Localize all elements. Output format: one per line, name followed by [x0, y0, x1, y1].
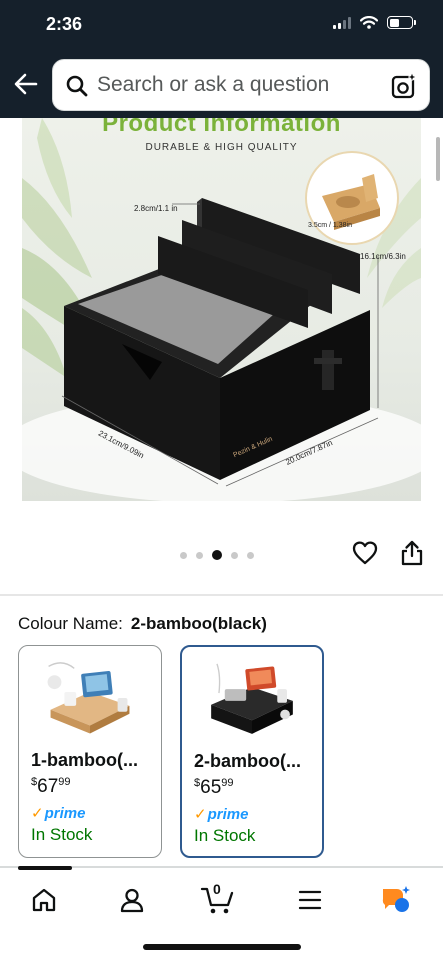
dimension-holder: 3.5cm / 1.38in	[308, 222, 352, 229]
nav-rufus[interactable]	[376, 882, 416, 918]
menu-icon	[298, 890, 322, 910]
share-icon[interactable]	[400, 540, 424, 566]
status-bar: 2:36	[0, 0, 443, 52]
search-icon	[66, 75, 88, 97]
prime-label: prime	[44, 805, 86, 822]
variant-thumbnail	[211, 663, 293, 734]
price-fraction: 99	[221, 777, 234, 789]
carousel-dot-active[interactable]	[212, 550, 222, 560]
variant-card-selected[interactable]: 2-bamboo(... $6599 ✓prime In Stock	[180, 645, 324, 858]
divider	[0, 594, 443, 596]
prime-badge: ✓prime	[194, 805, 248, 823]
variant-name: 1-bamboo(...	[31, 750, 138, 770]
price-whole: 67	[37, 776, 59, 797]
cart-count: 0	[213, 881, 221, 897]
image-title: Product Information	[102, 118, 341, 137]
prime-check-icon: ✓	[194, 806, 207, 823]
product-photo	[22, 118, 421, 501]
wifi-icon	[360, 16, 378, 29]
colour-name-row: Colour Name: 2-bamboo(black)	[18, 614, 267, 634]
colour-label: Colour Name:	[18, 614, 123, 633]
battery-icon	[387, 16, 416, 29]
nav-active-indicator	[18, 866, 72, 870]
prime-label: prime	[207, 806, 249, 823]
status-time: 2:36	[46, 14, 83, 34]
stock-status: In Stock	[194, 826, 256, 845]
carousel-dot[interactable]	[231, 551, 238, 559]
scroll-indicator	[436, 137, 440, 181]
price-fraction: 99	[58, 776, 71, 788]
variant-name: 2-bamboo(...	[194, 751, 301, 771]
prime-badge: ✓prime	[31, 804, 85, 822]
colour-value: 2-bamboo(black)	[130, 614, 267, 633]
nav-home[interactable]	[24, 882, 64, 918]
person-icon	[120, 888, 144, 913]
dimension-slot-gap: 2.8cm/1.1 in	[134, 204, 178, 213]
image-subtitle: DURABLE & HIGH QUALITY	[145, 142, 298, 153]
search-box[interactable]	[52, 59, 430, 111]
home-icon	[32, 888, 56, 912]
product-image[interactable]: Product Information DURABLE & HIGH QUALI…	[22, 118, 421, 501]
dimension-height: 16.1cm/6.3in	[360, 252, 406, 261]
rufus-ai-icon	[382, 886, 410, 912]
variant-price: $6799	[31, 776, 71, 798]
carousel-dot[interactable]	[180, 551, 187, 559]
carousel-dot[interactable]	[247, 551, 254, 559]
home-indicator	[143, 944, 301, 950]
back-arrow-icon[interactable]	[12, 70, 40, 98]
status-icons	[333, 16, 416, 29]
prime-check-icon: ✓	[31, 805, 44, 822]
stock-status: In Stock	[31, 825, 93, 844]
carousel-dots[interactable]	[180, 550, 254, 560]
variant-card[interactable]: 1-bamboo(... $6799 ✓prime In Stock	[18, 645, 162, 858]
camera-lens-icon[interactable]	[391, 73, 417, 99]
nav-account[interactable]	[112, 882, 152, 918]
header-bar	[0, 52, 443, 118]
signal-icon	[333, 16, 351, 29]
search-input[interactable]	[97, 60, 377, 110]
price-whole: 65	[200, 777, 222, 798]
nav-cart[interactable]: 0	[198, 881, 238, 918]
carousel-dot[interactable]	[196, 551, 203, 559]
variant-price: $6599	[194, 777, 234, 799]
heart-icon[interactable]	[352, 540, 378, 566]
variant-thumbnail	[47, 662, 130, 734]
nav-menu[interactable]	[290, 882, 330, 918]
